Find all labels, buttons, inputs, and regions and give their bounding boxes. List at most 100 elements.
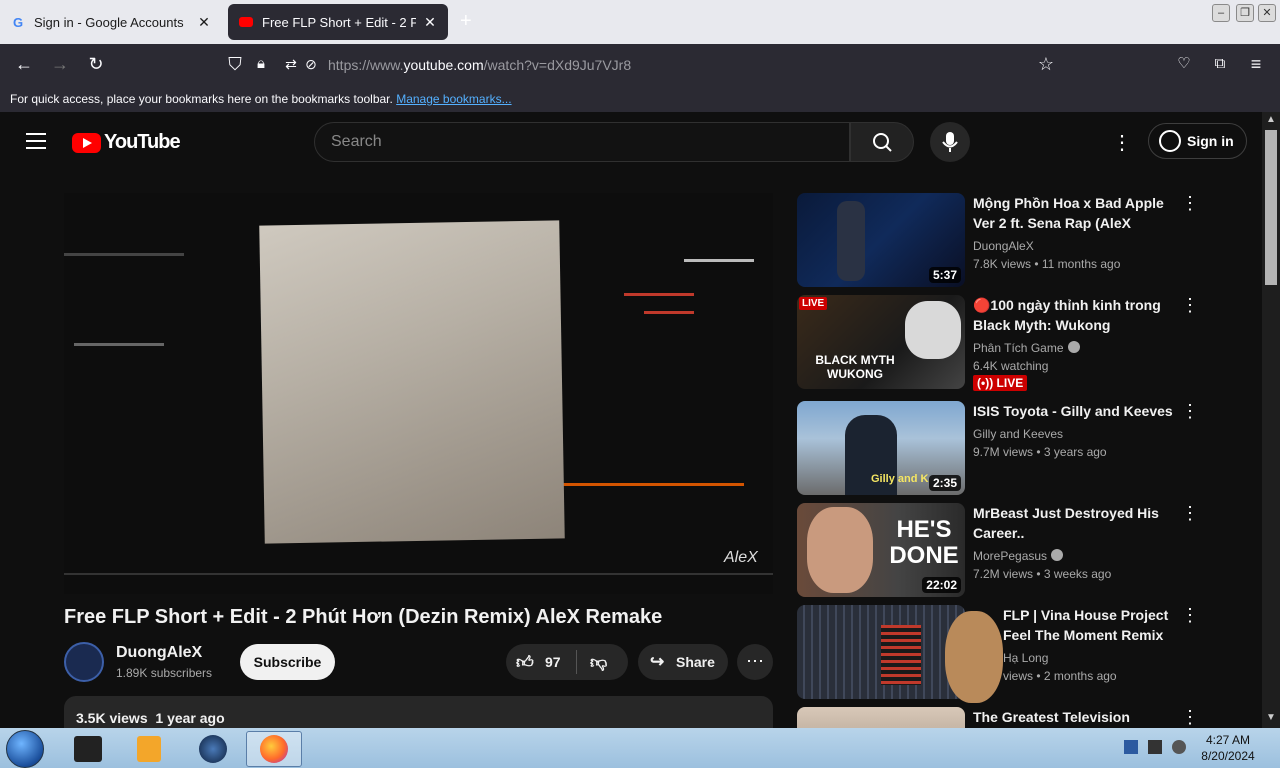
reload-icon[interactable]: ↻ — [85, 54, 107, 74]
youtube-wordmark: YouTube — [104, 131, 181, 153]
forward-icon[interactable]: → — [49, 54, 71, 74]
item-menu-icon[interactable]: ⋮ — [1181, 193, 1199, 214]
close-tab-icon[interactable]: ✕ — [196, 14, 212, 31]
duration-badge: 2:35 — [928, 475, 961, 491]
more-actions-button[interactable]: ⋯ — [737, 644, 773, 680]
lock-icon[interactable]: 🔒︎ — [250, 54, 272, 74]
video-thumbnail[interactable] — [797, 707, 965, 728]
item-menu-icon[interactable]: ⋮ — [1181, 503, 1199, 524]
channel-label: MorePegasus — [973, 549, 1048, 563]
recommendation-item[interactable]: FLP | Vina House Project Feel The Moment… — [797, 605, 1199, 703]
recommendation-meta: 6.4K watching — [973, 359, 1049, 373]
sign-in-button[interactable]: Sign in — [1148, 123, 1247, 159]
taskbar-app-media[interactable] — [60, 731, 116, 767]
minimize-button[interactable]: – — [1212, 4, 1230, 22]
thumbnail-text: HE'S DONE — [889, 516, 959, 569]
recommendation-title: Mộng Phồn Hoa x Bad Apple Ver 2 ft. Sena… — [973, 195, 1164, 231]
recommendation-item[interactable]: BLACK MYTH WUKONG LIVE 🔴100 ngày thỉnh k… — [797, 295, 1199, 391]
like-count[interactable]: 97 — [545, 654, 561, 670]
close-window-button[interactable]: ✕ — [1258, 4, 1276, 22]
search-button[interactable] — [850, 122, 914, 162]
clock-time: 4:27 AM — [1205, 733, 1251, 747]
menu-icon[interactable]: ≡ — [1245, 54, 1267, 74]
divider — [576, 650, 577, 674]
share-button[interactable]: ↪ Share — [638, 644, 728, 680]
tab-google-signin[interactable]: G Sign in - Google Accounts ✕ — [0, 4, 222, 40]
channel-label: Phân Tích Game — [973, 341, 1064, 355]
bookmarks-toolbar: For quick access, place your bookmarks h… — [0, 86, 1280, 112]
verified-icon — [1067, 341, 1080, 353]
autoplay-blocked-icon[interactable]: ⊘ — [300, 54, 322, 74]
microphone-icon — [942, 132, 958, 152]
recommendation-item[interactable]: 5:37 Mộng Phồn Hoa x Bad Apple Ver 2 ft.… — [797, 193, 1199, 289]
recommendation-item[interactable]: HE'S DONE 22:02 MrBeast Just Destroyed H… — [797, 503, 1199, 599]
video-player[interactable]: AleX — [64, 193, 773, 594]
voice-search-button[interactable] — [930, 122, 970, 162]
google-icon: G — [12, 14, 24, 30]
recommendation-meta: 7.2M views • 3 weeks ago — [973, 567, 1112, 581]
video-glitch-line — [64, 573, 773, 575]
taskbar-app-globe[interactable] — [185, 731, 241, 767]
close-tab-icon[interactable]: ✕ — [422, 14, 438, 31]
firefox-icon — [260, 735, 288, 763]
start-button[interactable] — [6, 730, 44, 768]
channel-name[interactable]: DuongAleX — [116, 644, 202, 662]
video-thumbnail[interactable]: BLACK MYTH WUKONG LIVE — [797, 295, 965, 389]
taskbar-app-player[interactable] — [121, 731, 177, 767]
subscribe-button[interactable]: Subscribe — [240, 644, 335, 680]
item-menu-icon[interactable]: ⋮ — [1181, 605, 1199, 626]
recommendation-channel: MorePegasus — [973, 549, 1064, 563]
recommendation-item[interactable]: Gilly and K 2:35 ISIS Toyota - Gilly and… — [797, 401, 1199, 497]
url-text[interactable]: https://www.youtube.com/watch?v=dXd9Ju7V… — [328, 57, 631, 73]
youtube-logo[interactable]: YouTube — [72, 131, 181, 154]
new-tab-button[interactable]: + — [460, 10, 472, 33]
recommendation-title: 🔴100 ngày thỉnh kinh trong Black Myth: W… — [973, 297, 1161, 333]
share-icon: ↪ — [650, 652, 665, 671]
description-box[interactable]: 3.5K views 1 year ago — [64, 696, 773, 728]
like-icon[interactable]: 👍︎ — [516, 652, 534, 673]
item-menu-icon[interactable]: ⋮ — [1181, 401, 1199, 422]
bookmark-star-icon[interactable]: ☆ — [1035, 54, 1057, 74]
settings-kebab-icon[interactable]: ⋮ — [1112, 130, 1132, 155]
network-tray-icon[interactable] — [1124, 740, 1138, 754]
player-app-icon — [137, 736, 161, 762]
pocket-icon[interactable]: ♡ — [1173, 54, 1195, 74]
tab-title: Sign in - Google Accounts — [34, 14, 184, 30]
maximize-button[interactable]: ❐ — [1236, 4, 1254, 22]
globe-app-icon — [199, 735, 227, 763]
video-thumbnail[interactable]: Gilly and K 2:35 — [797, 401, 965, 495]
recommendation-item[interactable]: The Greatest Television ⋮ — [797, 707, 1199, 728]
recommendation-channel: Hạ Long — [1003, 651, 1049, 665]
video-glitch-line — [644, 311, 694, 314]
video-glitch-line — [74, 343, 164, 346]
account-icon — [1159, 130, 1181, 152]
permissions-icon[interactable]: ⇄ — [280, 54, 302, 74]
taskbar-app-firefox[interactable] — [246, 731, 302, 767]
video-thumbnail[interactable]: 5:37 — [797, 193, 965, 287]
back-icon[interactable]: ← — [13, 54, 35, 74]
item-menu-icon[interactable]: ⋮ — [1181, 295, 1199, 316]
shield-icon[interactable]: ⛉ — [224, 54, 246, 74]
system-clock[interactable]: 4:27 AM 8/20/2024 — [1196, 732, 1260, 764]
volume-tray-icon[interactable] — [1172, 740, 1186, 754]
scroll-down-icon[interactable]: ▼ — [1266, 712, 1276, 723]
duration-badge: 22:02 — [922, 577, 961, 593]
channel-avatar[interactable] — [64, 642, 104, 682]
video-thumbnail[interactable]: HE'S DONE 22:02 — [797, 503, 965, 597]
item-menu-icon[interactable]: ⋮ — [1181, 707, 1199, 728]
windows-taskbar: 4:27 AM 8/20/2024 — [0, 728, 1280, 768]
browser-tab-bar: G Sign in - Google Accounts ✕ Free FLP S… — [0, 0, 1280, 44]
scroll-up-icon[interactable]: ▲ — [1266, 114, 1276, 125]
share-label: Share — [676, 654, 715, 670]
guide-menu-icon[interactable] — [26, 133, 46, 154]
display-tray-icon[interactable] — [1148, 740, 1162, 754]
scrollbar-thumb[interactable] — [1265, 130, 1277, 285]
search-input[interactable]: Search — [314, 122, 850, 162]
extensions-icon[interactable]: ⧉ — [1209, 54, 1231, 74]
dislike-icon[interactable]: 👎︎ — [590, 652, 607, 673]
manage-bookmarks-link[interactable]: Manage bookmarks... — [396, 92, 511, 106]
anime-figure — [837, 201, 865, 281]
video-thumbnail[interactable] — [797, 605, 965, 699]
page-scrollbar[interactable]: ▲ ▼ — [1262, 112, 1280, 728]
tab-youtube-video[interactable]: Free FLP Short + Edit - 2 Phút Hơn ✕ — [228, 4, 448, 40]
